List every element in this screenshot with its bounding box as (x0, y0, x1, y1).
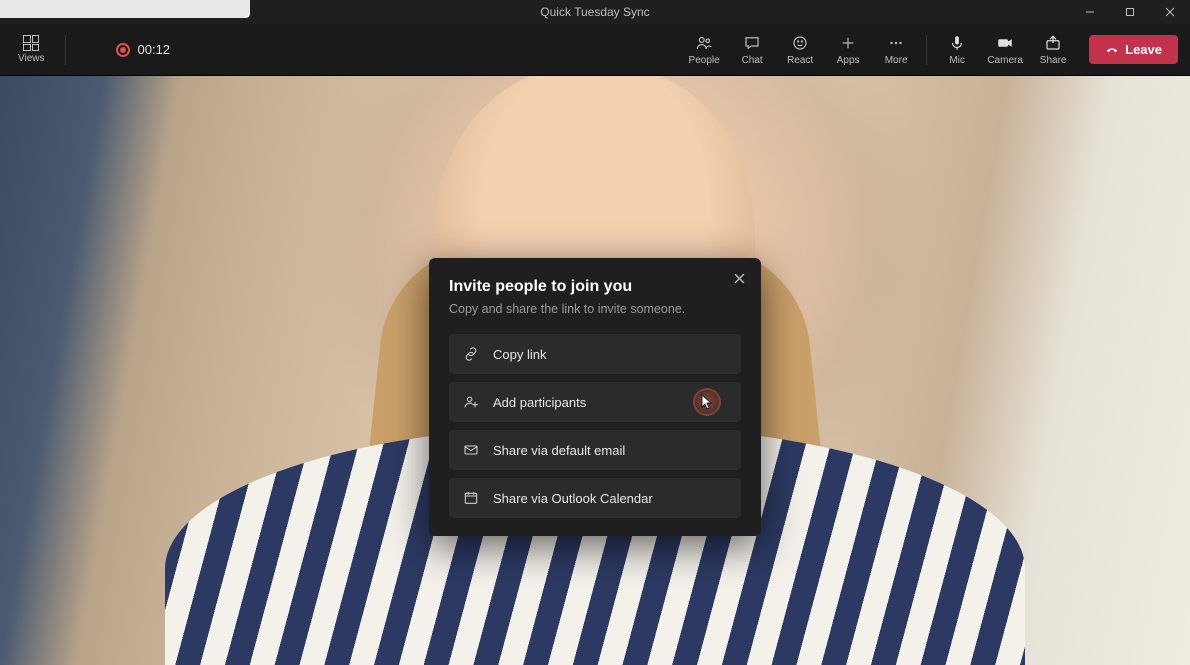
close-window-button[interactable] (1150, 0, 1190, 24)
apps-button[interactable]: Apps (824, 30, 872, 70)
more-label: More (885, 55, 908, 66)
modal-title: Invite people to join you (449, 278, 741, 296)
share-icon (1044, 34, 1062, 52)
share-outlook-label: Share via Outlook Calendar (493, 491, 653, 506)
tab-hint (0, 0, 250, 18)
window-title: Quick Tuesday Sync (540, 5, 649, 19)
add-participants-option[interactable]: Add participants (449, 382, 741, 422)
ellipsis-icon (887, 34, 905, 52)
maximize-button[interactable] (1110, 0, 1150, 24)
grid-icon (23, 35, 39, 51)
close-icon (734, 273, 745, 284)
copy-link-option[interactable]: Copy link (449, 334, 741, 374)
close-modal-button[interactable] (729, 268, 749, 288)
mail-icon (463, 442, 479, 458)
share-button[interactable]: Share (1029, 30, 1077, 70)
camera-button[interactable]: Camera (981, 30, 1029, 70)
window-controls (1070, 0, 1190, 24)
cursor-highlight (693, 388, 721, 416)
apps-label: Apps (837, 55, 860, 66)
views-label: Views (18, 53, 45, 64)
views-button[interactable]: Views (12, 31, 51, 68)
link-icon (463, 346, 479, 362)
minimize-button[interactable] (1070, 0, 1110, 24)
divider (65, 35, 66, 65)
people-icon (695, 34, 713, 52)
camera-label: Camera (987, 55, 1023, 66)
mic-button[interactable]: Mic (933, 30, 981, 70)
calendar-icon (463, 490, 479, 506)
chat-button[interactable]: Chat (728, 30, 776, 70)
share-email-label: Share via default email (493, 443, 625, 458)
cursor-icon (699, 394, 715, 410)
react-icon (791, 34, 809, 52)
leave-label: Leave (1125, 42, 1162, 57)
copy-link-label: Copy link (493, 347, 546, 362)
meeting-toolbar: Views 00:12 People Chat React (0, 24, 1190, 76)
leave-button[interactable]: Leave (1089, 35, 1178, 64)
chat-label: Chat (742, 55, 763, 66)
more-button[interactable]: More (872, 30, 920, 70)
titlebar: Quick Tuesday Sync (0, 0, 1190, 24)
mic-label: Mic (949, 55, 965, 66)
video-area: Invite people to join you Copy and share… (0, 76, 1190, 665)
share-outlook-option[interactable]: Share via Outlook Calendar (449, 478, 741, 518)
toolbar-right: People Chat React Apps More (680, 30, 1178, 70)
divider (926, 35, 927, 65)
share-label: Share (1040, 55, 1067, 66)
add-person-icon (463, 394, 479, 410)
add-participants-label: Add participants (493, 395, 586, 410)
share-email-option[interactable]: Share via default email (449, 430, 741, 470)
chat-icon (743, 34, 761, 52)
mic-icon (948, 34, 966, 52)
invite-modal: Invite people to join you Copy and share… (429, 258, 761, 536)
plus-icon (839, 34, 857, 52)
people-label: People (689, 55, 720, 66)
react-label: React (787, 55, 813, 66)
react-button[interactable]: React (776, 30, 824, 70)
people-button[interactable]: People (680, 30, 728, 70)
modal-subtitle: Copy and share the link to invite someon… (449, 302, 741, 316)
timer-value: 00:12 (138, 42, 171, 57)
record-icon (116, 43, 130, 57)
hangup-icon (1105, 43, 1119, 57)
camera-icon (996, 34, 1014, 52)
recording-timer: 00:12 (116, 42, 171, 57)
